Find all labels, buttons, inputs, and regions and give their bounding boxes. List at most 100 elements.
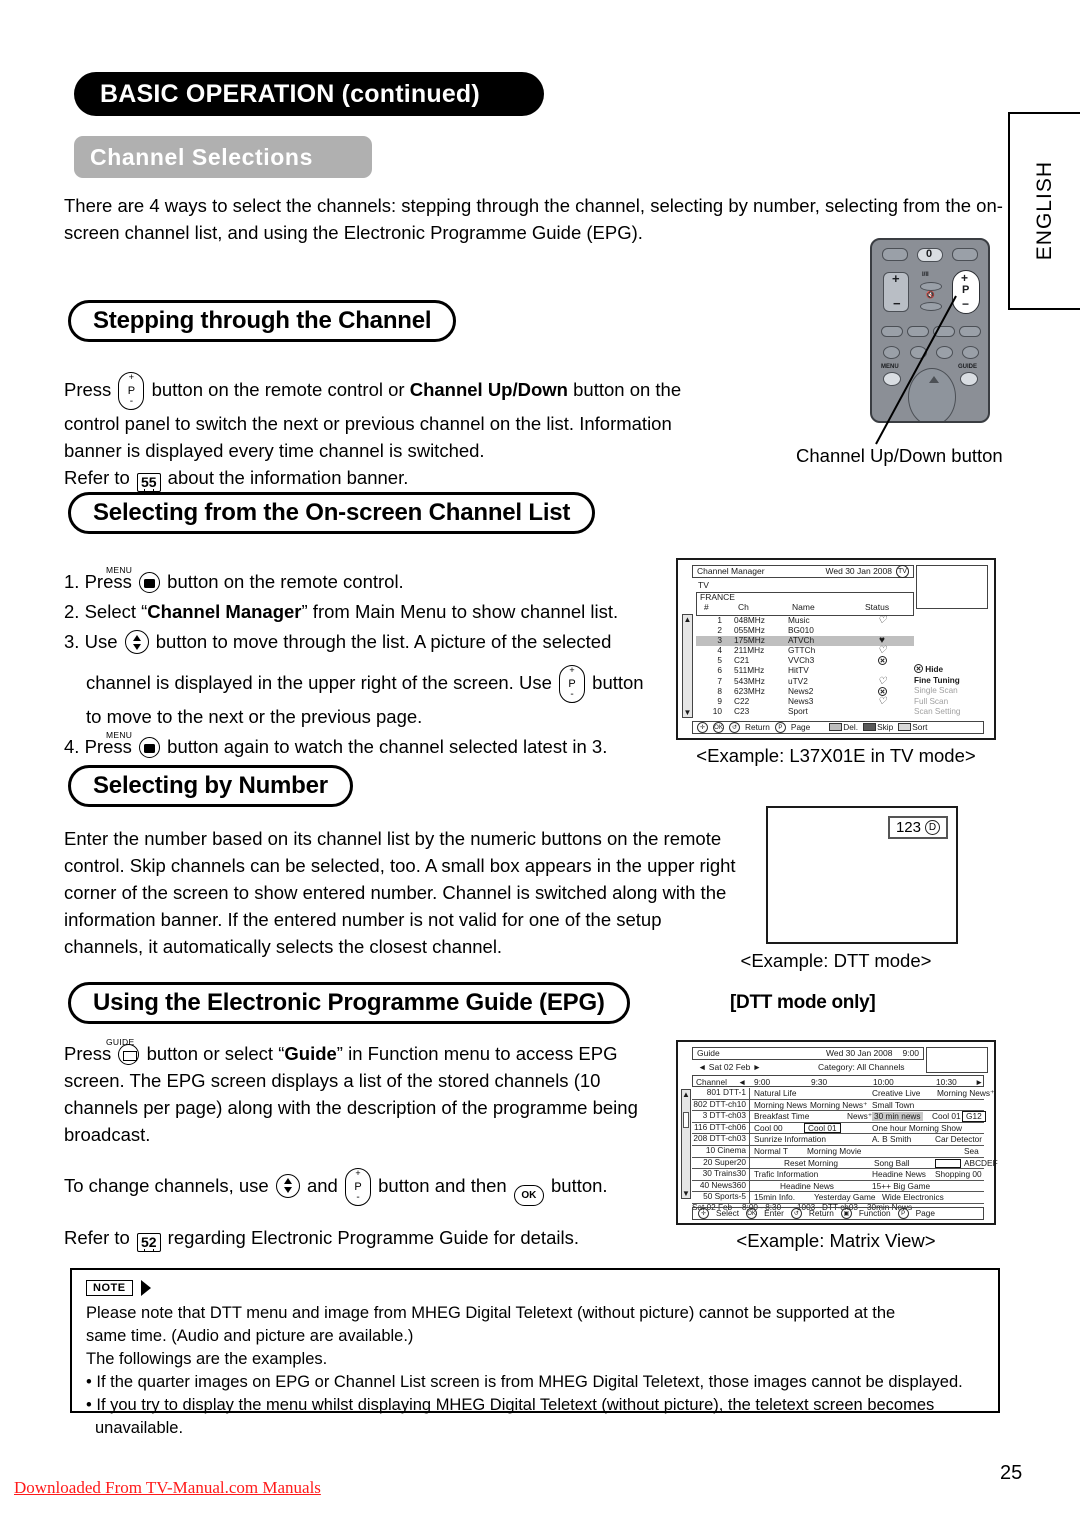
epg-date: Wed 30 Jan 2008: [825, 1048, 893, 1059]
time-scroll-left-icon[interactable]: ◄: [738, 1077, 746, 1087]
day-prev-arrow-icon[interactable]: ◄: [698, 1062, 706, 1072]
cell-programme[interactable]: ABCDEF: [964, 1158, 998, 1168]
epg-day-selector-row[interactable]: ◄ Sat 02 Feb ► Category: All Channels: [698, 1063, 942, 1072]
remote-button-ev: [962, 346, 979, 359]
table-row[interactable]: 30 Trains30 Trafic Information Headine New…: [692, 1169, 984, 1181]
channel-list[interactable]: 1 048MHz Music 2 055MHz BG010 3 175MHz ATVCh 4…: [696, 615, 914, 717]
cell-programme[interactable]: Car Detector: [935, 1135, 982, 1144]
time-scroll-right-icon[interactable]: ►: [975, 1077, 983, 1087]
footer-page-label: Page: [790, 722, 811, 733]
menu-item-full-scan: Full Scan: [914, 697, 986, 708]
cell-programme[interactable]: Headine News: [780, 1182, 834, 1191]
remote-button-audio-mode: [920, 282, 942, 291]
cell-programme[interactable]: Breakfast Time: [754, 1112, 809, 1121]
epg-channel-col-header: Channel: [696, 1076, 727, 1087]
cell-programme[interactable]: Headine News: [872, 1170, 926, 1179]
by-number-paragraph: Enter the number based on its channel li…: [64, 828, 736, 957]
cell-programme[interactable]: Natural Life: [754, 1089, 796, 1098]
cell-programme[interactable]: Reset Morning: [784, 1158, 838, 1168]
epg-scroll-down-icon[interactable]: ▼: [682, 1189, 690, 1198]
channel-preview-thumbnail: [916, 565, 988, 609]
cell-programme[interactable]: Morning News⁺: [810, 1100, 867, 1110]
note-line-2: same time. (Audio and picture are availa…: [86, 1327, 414, 1345]
menu-item-hide[interactable]: Hide: [914, 664, 986, 676]
channel-manager-side-menu[interactable]: Hide Fine Tuning Single Scan Full Scan S…: [914, 664, 986, 718]
cell-programme[interactable]: Morning Movie: [807, 1147, 861, 1156]
cell-programme[interactable]: Wide Electronics: [882, 1193, 944, 1202]
day-next-arrow-icon[interactable]: ►: [753, 1062, 761, 1072]
channel-plus-icon: +: [961, 271, 969, 285]
dpad-nav-icon-2: ✛: [698, 1208, 709, 1219]
note-line-3: The followings are the examples.: [86, 1350, 328, 1368]
note-bullet-1: • If the quarter images on EPG or Channe…: [86, 1373, 963, 1391]
cell-ch: C22: [734, 695, 750, 706]
favourite-filled-icon: [879, 635, 885, 645]
cell-channel: 10 Cinema: [692, 1146, 750, 1157]
cell-programme[interactable]: A. B Smith: [872, 1135, 911, 1144]
cell-programme-selected[interactable]: Cool 01: [804, 1122, 841, 1134]
stepping-text-1: Press: [64, 378, 112, 400]
cell-programme[interactable]: Song Ball: [874, 1158, 910, 1168]
cell-programme[interactable]: Creative Live: [872, 1089, 920, 1098]
table-row[interactable]: 801 DTT-1 Natural Life Creative Live Mornin…: [692, 1088, 994, 1100]
remote-guide-label: GUIDE: [958, 364, 978, 370]
cell-programme[interactable]: 15++ Big Game: [872, 1182, 930, 1191]
cell-index: 1: [717, 615, 722, 625]
scroll-down-icon[interactable]: ▼: [684, 708, 692, 717]
cell-programme[interactable]: Sunrize Information: [754, 1135, 826, 1144]
menu-key-icon-1: [139, 572, 161, 593]
menu-item-fine-tuning[interactable]: Fine Tuning: [914, 676, 986, 687]
cell-index: 3: [717, 635, 722, 646]
heading-stepping-through-channel: Stepping through the Channel: [68, 300, 457, 342]
cell-programme-current[interactable]: 30 min news: [872, 1112, 923, 1121]
footer-skip-label: Skip: [877, 722, 894, 733]
cell-programme[interactable]: Trafic Information: [754, 1170, 818, 1179]
cell-ch: C21: [734, 655, 750, 666]
cell-programme[interactable]: Cool 01: [932, 1112, 961, 1121]
cell-channel: 50 Sports-5: [692, 1192, 750, 1203]
channel-list-scrollbar[interactable]: ▲ ▼: [682, 614, 693, 718]
cell-programme[interactable]: Sea: [964, 1147, 979, 1156]
cell-programme[interactable]: Morning News: [754, 1100, 807, 1110]
epg-scroll-thumb[interactable]: [683, 1112, 689, 1128]
column-header-status: Status: [865, 602, 890, 612]
remote-colour-button-yellow: [933, 326, 955, 337]
cell-programme[interactable]: Normal T: [754, 1147, 788, 1156]
scroll-up-icon[interactable]: ▲: [684, 615, 692, 624]
remote-body: 0 + − I/II 🔇 + P − MENU GUIDE: [870, 238, 990, 423]
cell-programme[interactable]: 15min Info.: [754, 1193, 795, 1202]
table-row[interactable]: 10 Cinema Normal T Morning Movie Sea: [692, 1146, 984, 1158]
cell-channel: 801 DTT-1: [692, 1088, 750, 1099]
cell-programme[interactable]: One hour Morning Show: [872, 1124, 962, 1133]
cell-programme[interactable]: Shopping 00: [935, 1170, 982, 1179]
cell-channel: 802 DTT-ch10: [692, 1099, 750, 1111]
table-row[interactable]: 10 C23 Sport: [696, 707, 914, 717]
menu-item-hide-label: Hide: [925, 665, 944, 674]
dtt-mode-badge-icon: D: [925, 820, 940, 835]
cell-programme-selected-empty[interactable]: [935, 1158, 961, 1168]
timeslot-4: 10:30: [936, 1076, 957, 1087]
step-1-post: button on the remote control.: [167, 571, 404, 592]
epg-scroll-up-icon[interactable]: ▲: [682, 1090, 690, 1099]
remote-colour-button-green: [907, 326, 929, 337]
channel-manager-screen: Channel Manager Wed 30 Jan 2008 TV TV FR…: [676, 558, 996, 740]
epg-programme-grid[interactable]: 801 DTT-1 Natural Life Creative Live Mornin…: [692, 1088, 998, 1204]
epg-caption: <Example: Matrix View>: [736, 1230, 936, 1251]
step-1-number: 1.: [64, 571, 80, 592]
epg-scrollbar[interactable]: ▲ ▼: [681, 1089, 691, 1199]
page-button-icon: P: [774, 722, 786, 733]
cell-programme-selected[interactable]: G12: [962, 1111, 986, 1122]
cell-programme[interactable]: Yesterday Game: [814, 1193, 876, 1202]
note-bullet-2: • If you try to display the menu whilst …: [86, 1396, 935, 1437]
cell-programme[interactable]: Small Town: [872, 1100, 914, 1110]
cell-programme[interactable]: Morning News⁺: [937, 1089, 994, 1098]
epg-footer-select: Select: [716, 1208, 740, 1219]
remote-menu-label: MENU: [881, 364, 899, 370]
stepping-text-2: button on the remote control or: [151, 378, 405, 400]
cell-name: ATVCh: [788, 635, 815, 646]
cell-programme[interactable]: Cool 00: [754, 1124, 783, 1133]
footer-download-link[interactable]: Downloaded From TV-Manual.com Manuals: [14, 1478, 321, 1498]
cell-programme[interactable]: News⁺: [847, 1112, 872, 1121]
remote-control-illustration: 0 + − I/II 🔇 + P − MENU GUIDE: [860, 238, 1000, 445]
stepping-bold-1: Channel Up/Down: [409, 378, 568, 400]
